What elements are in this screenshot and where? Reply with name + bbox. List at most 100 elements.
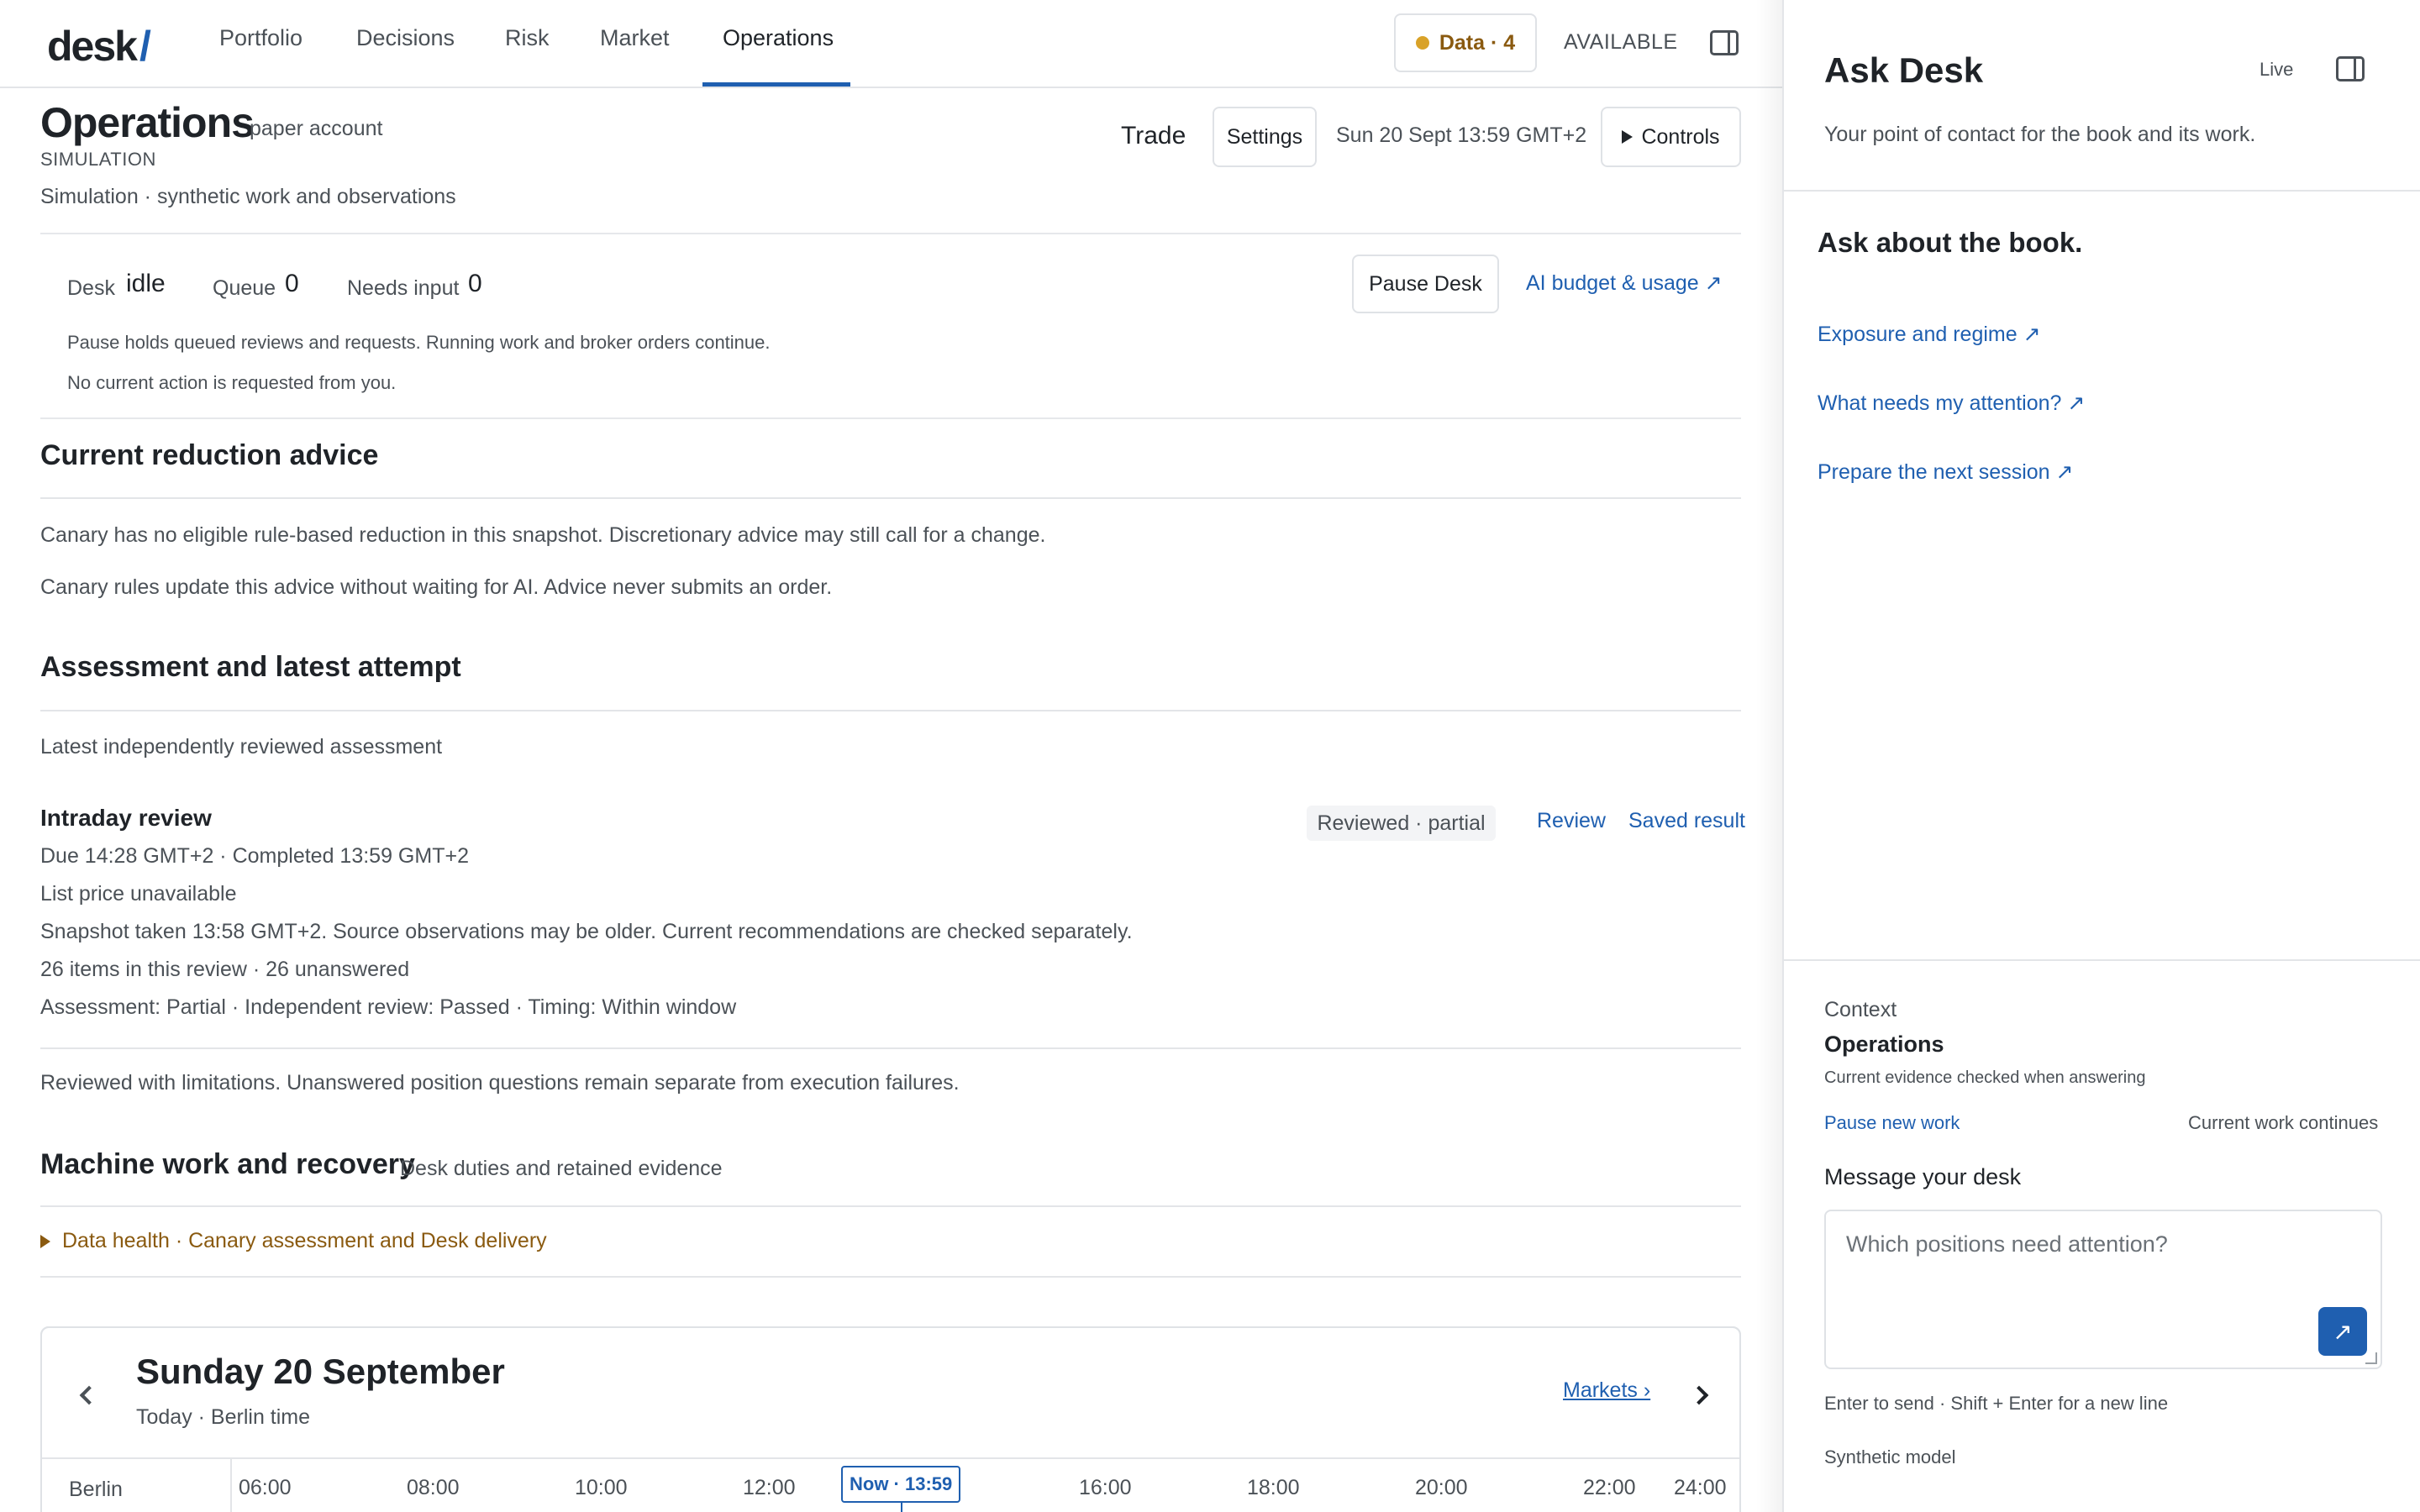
divider [40, 1276, 1741, 1278]
saved-result-link[interactable]: Saved result [1628, 809, 1745, 833]
logo-slash: / [139, 23, 151, 70]
hour-label: 20:00 [1415, 1476, 1468, 1499]
now-line [901, 1503, 902, 1512]
timeline-divider [42, 1457, 1739, 1459]
page-subtitle: Simulation · synthetic work and observat… [40, 185, 456, 208]
assessment-subheading: Latest independently reviewed assessment [40, 735, 443, 759]
mode-label: SIMULATION [40, 149, 156, 170]
sidebar-toggle-icon[interactable] [1710, 30, 1739, 55]
divider [40, 1047, 1741, 1049]
resize-handle-icon[interactable] [2365, 1352, 2377, 1364]
hour-label: 12:00 [743, 1476, 796, 1499]
review-price: List price unavailable [40, 882, 237, 906]
pause-desk-button[interactable]: Pause Desk [1352, 255, 1499, 313]
desk-label: Desk [67, 276, 115, 300]
now-marker: Now · 13:59 [841, 1466, 961, 1503]
needs-input-count: 0 [468, 270, 482, 297]
desk-logo[interactable]: desk/ [47, 22, 151, 71]
ask-desk-title: Ask Desk [1824, 50, 1984, 90]
account-type: paper account [250, 117, 383, 140]
hour-label: 16:00 [1079, 1476, 1132, 1499]
review-items: 26 items in this review · 26 unanswered [40, 958, 410, 981]
divider [1784, 190, 2420, 192]
next-day-icon[interactable] [1689, 1385, 1709, 1405]
desk-state: idle [126, 270, 166, 297]
hour-label: 08:00 [407, 1476, 460, 1499]
context-label: Context [1824, 998, 1897, 1021]
review-link[interactable]: Review [1537, 809, 1606, 833]
page-title: Operations [40, 99, 255, 146]
review-assessment: Assessment: Partial · Independent review… [40, 995, 737, 1019]
divider [1784, 959, 2420, 961]
review-status-badge: Reviewed · partial [1307, 806, 1496, 841]
assessment-heading: Assessment and latest attempt [40, 651, 461, 683]
desk-status-card: Desk idle Queue 0 Needs input 0 Pause De… [40, 233, 1741, 419]
pause-new-work-link[interactable]: Pause new work [1824, 1112, 1960, 1134]
close-panel-icon[interactable] [2336, 56, 2365, 81]
send-button[interactable]: ↗ [2318, 1307, 2367, 1356]
data-status-pill[interactable]: Data · 4 [1394, 13, 1537, 72]
prompt-heading: Ask about the book. [1818, 227, 2083, 258]
play-icon [1622, 130, 1634, 144]
data-status-label: Data · 4 [1439, 30, 1516, 55]
tab-portfolio[interactable]: Portfolio [219, 25, 302, 51]
prompt-attention-link[interactable]: What needs my attention? ↗ [1818, 391, 2085, 416]
context-value: Operations [1824, 1032, 1944, 1057]
review-footnote: Reviewed with limitations. Unanswered po… [40, 1071, 960, 1095]
settings-button[interactable]: Settings [1213, 107, 1317, 167]
message-composer: ↗ [1824, 1210, 2382, 1369]
prompt-next-session-link[interactable]: Prepare the next session ↗ [1818, 459, 2073, 485]
ask-desk-description: Your point of contact for the book and i… [1824, 123, 2256, 146]
review-title: Intraday review [40, 805, 212, 831]
action-note: No current action is requested from you. [67, 372, 397, 393]
tab-decisions[interactable]: Decisions [356, 25, 455, 51]
calendar-date-subtitle: Today · Berlin time [136, 1405, 311, 1429]
active-tab-indicator [702, 82, 850, 87]
message-input[interactable] [1846, 1231, 2317, 1257]
logo-text: desk [47, 23, 138, 70]
divider [40, 497, 1741, 499]
tab-risk[interactable]: Risk [505, 25, 550, 51]
send-arrow-icon: ↗ [2333, 1318, 2353, 1345]
needs-input-label: Needs input [347, 276, 460, 300]
timeline-row-label: Berlin [69, 1478, 123, 1501]
hour-label: 06:00 [239, 1476, 292, 1499]
status-dot-icon [1415, 36, 1429, 50]
composer-hint: Enter to send · Shift + Enter for a new … [1824, 1393, 2169, 1414]
controls-button[interactable]: Controls [1601, 107, 1741, 167]
hour-label: 22:00 [1583, 1476, 1636, 1499]
day-timeline-card: Sunday 20 September Today · Berlin time … [40, 1326, 1741, 1512]
pause-note: Pause holds queued reviews and requests.… [67, 332, 771, 353]
disclosure-triangle-icon [40, 1234, 50, 1248]
timeline-column-separator [230, 1457, 232, 1512]
review-snapshot: Snapshot taken 13:58 GMT+2. Source obser… [40, 920, 1133, 943]
review-timing: Due 14:28 GMT+2 · Completed 13:59 GMT+2 [40, 844, 469, 868]
panel-shadow [1756, 0, 1782, 1512]
machine-subheading: Desk duties and retained evidence [400, 1157, 723, 1180]
prompt-exposure-link[interactable]: Exposure and regime ↗ [1818, 322, 2041, 347]
controls-label: Controls [1641, 124, 1720, 149]
message-label: Message your desk [1824, 1164, 2022, 1189]
divider [40, 1205, 1741, 1207]
work-status: Current work continues [2188, 1112, 2379, 1133]
reduction-advice-line: Canary has no eligible rule-based reduct… [40, 523, 1046, 547]
context-note: Current evidence checked when answering [1824, 1068, 2146, 1087]
top-navigation: desk/ Portfolio Decisions Risk Market Op… [0, 0, 1782, 88]
ask-desk-panel: Ask Desk Live Your point of contact for … [1782, 0, 2420, 1512]
hour-label: 18:00 [1247, 1476, 1300, 1499]
hour-label: 10:00 [575, 1476, 628, 1499]
tab-market[interactable]: Market [600, 25, 670, 51]
ai-budget-link[interactable]: AI budget & usage ↗ [1526, 270, 1723, 296]
reduction-rules-line: Canary rules update this advice without … [40, 575, 833, 599]
model-label: Synthetic model [1824, 1446, 1956, 1467]
reduction-heading: Current reduction advice [40, 439, 379, 471]
queue-label: Queue [213, 276, 276, 300]
machine-heading: Machine work and recovery [40, 1148, 415, 1180]
operations-page: Operations paper account SIMULATION Simu… [0, 88, 1782, 1512]
tab-operations[interactable]: Operations [723, 25, 834, 51]
previous-day-icon[interactable] [79, 1385, 99, 1405]
trade-label: Trade [1121, 122, 1186, 150]
data-health-details[interactable]: Data health · Canary assessment and Desk… [40, 1229, 547, 1253]
availability-status: AVAILABLE [1564, 30, 1678, 54]
markets-link[interactable]: Markets › [1563, 1378, 1650, 1403]
